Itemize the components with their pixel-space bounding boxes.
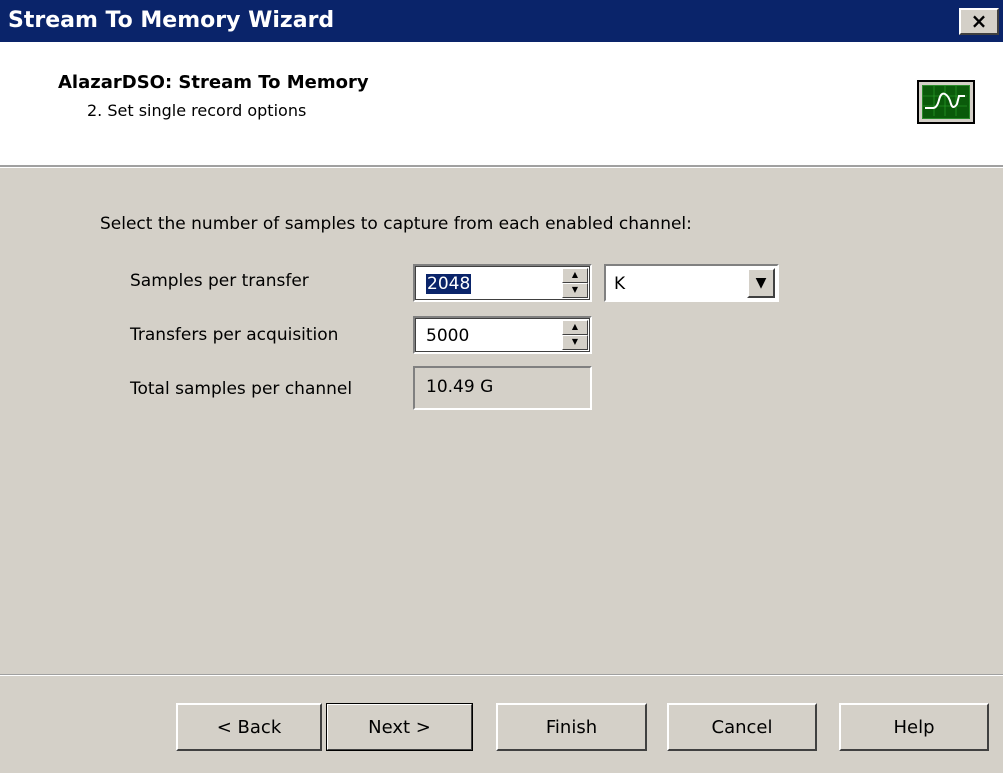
header-separator [0,165,1003,168]
spin-up-button[interactable]: ▲ [562,320,588,335]
samples-per-transfer-spinner[interactable]: ▲ ▼ [562,268,588,298]
spin-down-button[interactable]: ▼ [562,335,588,350]
total-samples-label: Total samples per channel [130,379,353,399]
wizard-title: AlazarDSO: Stream To Memory [58,72,369,93]
title-bar: Stream To Memory Wizard × [0,0,1003,42]
oscilloscope-icon [917,80,975,124]
back-button[interactable]: < Back [176,703,322,751]
dropdown-arrow-icon[interactable]: ▼ [747,268,775,298]
window-title: Stream To Memory Wizard [8,8,335,33]
total-samples-field: 10.49 G [413,366,592,410]
sample-unit-dropdown[interactable]: K ▼ [604,264,779,302]
next-button[interactable]: Next > [326,703,473,751]
wizard-step-subtitle: 2. Set single record options [87,101,307,120]
close-icon: × [970,9,988,33]
transfers-per-acquisition-input[interactable]: 5000 ▲ ▼ [413,316,592,354]
spin-up-button[interactable]: ▲ [562,268,588,283]
transfers-per-acquisition-spinner[interactable]: ▲ ▼ [562,320,588,350]
samples-per-transfer-input[interactable]: 2048 ▲ ▼ [413,264,592,302]
instruction-text: Select the number of samples to capture … [100,214,692,234]
transfers-per-acquisition-value: 5000 [426,326,470,346]
sample-unit-value: K [614,274,626,294]
close-button[interactable]: × [959,8,999,35]
finish-button[interactable]: Finish [496,703,647,751]
transfers-per-acquisition-label: Transfers per acquisition [130,325,339,345]
samples-per-transfer-label: Samples per transfer [130,271,309,291]
footer-separator [0,674,1003,676]
waveform-icon [923,86,967,116]
cancel-button[interactable]: Cancel [667,703,817,751]
help-button[interactable]: Help [839,703,989,751]
total-samples-value: 10.49 G [426,377,494,397]
spin-down-button[interactable]: ▼ [562,283,588,298]
samples-per-transfer-value: 2048 [426,274,472,294]
